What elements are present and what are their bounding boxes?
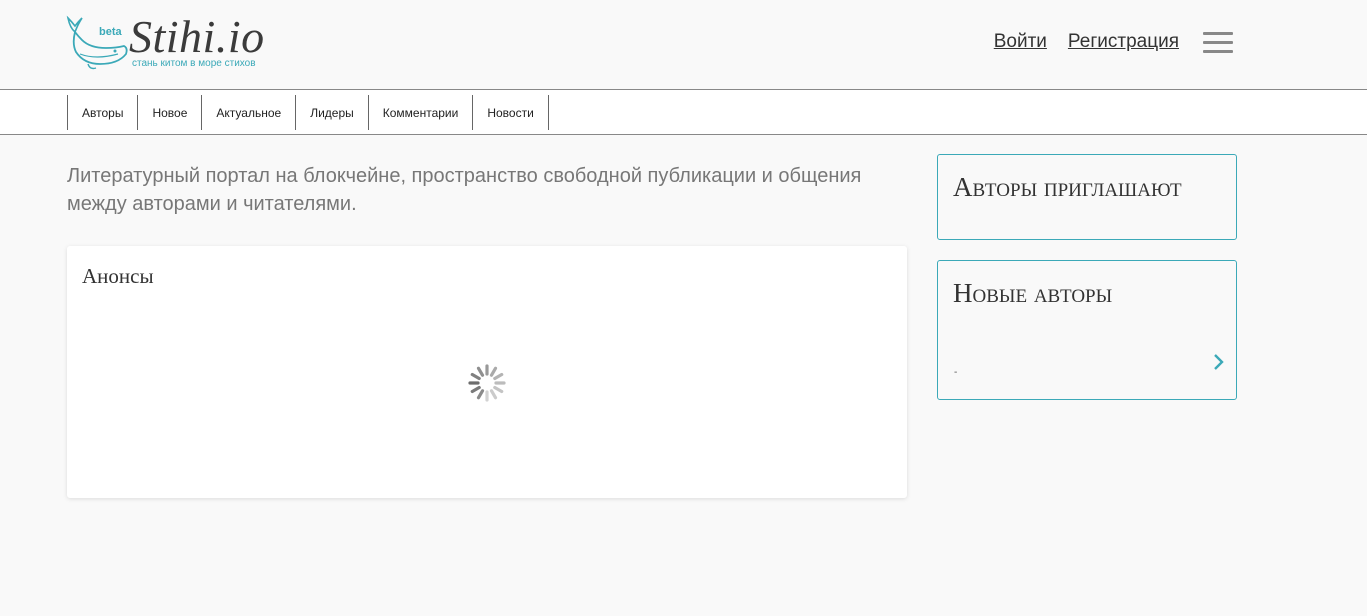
announcements-card: Анонсы	[67, 246, 907, 498]
login-link[interactable]: Войти	[994, 31, 1047, 53]
new-authors-title: Новые авторы	[953, 278, 1113, 308]
main-nav: Авторы Новое Актуальное Лидеры Комментар…	[0, 90, 1367, 135]
new-authors-placeholder: -	[954, 367, 958, 378]
logo-tagline: стань китом в море стихов	[132, 58, 256, 69]
auth-links: Войти Регистрация	[994, 31, 1179, 53]
new-authors-box: Новые авторы -	[937, 260, 1237, 400]
nav-item-comments[interactable]: Комментарии	[369, 95, 474, 130]
logo-wordmark: Stihi.io	[129, 11, 265, 62]
chevron-right-icon[interactable]	[1212, 353, 1226, 371]
nav-item-news[interactable]: Новости	[473, 95, 549, 130]
nav-list: Авторы Новое Актуальное Лидеры Комментар…	[67, 95, 549, 130]
whale-logo-icon	[66, 15, 128, 70]
announcements-title: Анонсы	[82, 264, 154, 288]
nav-item-authors[interactable]: Авторы	[68, 95, 139, 130]
authors-invite-box: Авторы приглашают	[937, 154, 1237, 240]
loading-spinner-icon	[468, 364, 506, 402]
nav-item-leaders[interactable]: Лидеры	[296, 95, 369, 130]
authors-invite-title: Авторы приглашают	[953, 172, 1182, 202]
logo-beta-label: beta	[99, 26, 122, 38]
nav-item-new[interactable]: Новое	[138, 95, 203, 130]
portal-intro-text: Литературный портал на блокчейне, простр…	[67, 165, 862, 215]
register-link[interactable]: Регистрация	[1068, 31, 1179, 53]
site-logo[interactable]: beta Stihi.io стань китом в море стихов	[66, 11, 276, 72]
hamburger-menu-icon[interactable]	[1203, 32, 1233, 54]
site-header: beta Stihi.io стань китом в море стихов …	[0, 0, 1367, 90]
nav-item-actual[interactable]: Актуальное	[202, 95, 297, 130]
